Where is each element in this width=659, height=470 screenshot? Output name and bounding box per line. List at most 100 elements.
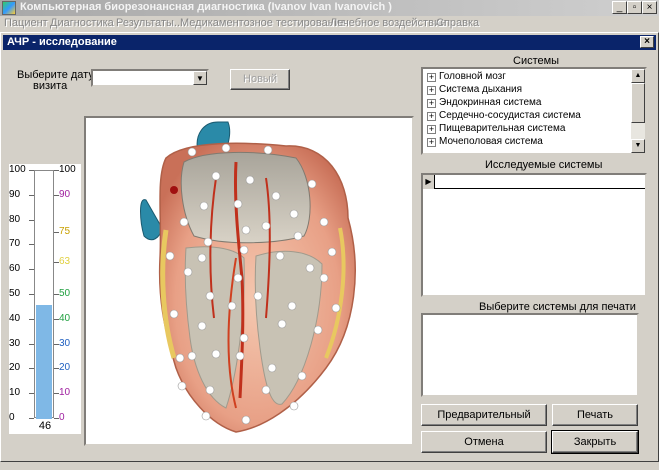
- tree-item-respiratory[interactable]: + Система дыхания: [423, 83, 631, 96]
- tree-item-brain[interactable]: + Головной мозг: [423, 70, 631, 83]
- app-title: Компьютерная биорезонансная диагностика …: [20, 1, 392, 13]
- tree-item-label: Сердечно-сосудистая система: [439, 110, 581, 121]
- gauge-left-tick-label: 60: [9, 263, 21, 275]
- expand-icon[interactable]: +: [427, 86, 436, 95]
- preview-button[interactable]: Предварительный просмотр: [421, 404, 547, 441]
- expand-icon[interactable]: +: [427, 112, 436, 121]
- print-button[interactable]: Печать: [552, 404, 638, 426]
- measurement-point: [267, 363, 277, 373]
- measurement-point: [313, 325, 323, 335]
- gauge-tick: [29, 194, 34, 196]
- gauge-tick: [29, 219, 34, 221]
- gauge-tick: [54, 418, 59, 419]
- menu-help[interactable]: Справка: [436, 17, 479, 29]
- measurement-point: [277, 319, 287, 329]
- gauge-tick: [54, 194, 59, 196]
- heart-image-panel[interactable]: [84, 116, 414, 446]
- scroll-down-icon[interactable]: ▼: [631, 139, 645, 153]
- gauge-left-tick-label: 20: [9, 362, 21, 374]
- gauge-tick: [29, 418, 34, 419]
- visit-date-select[interactable]: ▼: [91, 69, 209, 87]
- examined-systems-grid[interactable]: ▶: [421, 173, 647, 297]
- app-title-bar: Компьютерная биорезонансная диагностика …: [0, 0, 659, 16]
- gauge-left-tick-label: 90: [9, 188, 21, 200]
- gauge-tick: [29, 294, 34, 295]
- gauge-right-tick-label: 30: [59, 337, 71, 349]
- minimize-button[interactable]: _: [612, 1, 627, 14]
- measurement-point: [289, 401, 299, 411]
- measurement-point: [263, 145, 273, 155]
- print-systems-list[interactable]: [421, 313, 639, 397]
- expand-icon[interactable]: +: [427, 73, 436, 82]
- gauge-left-tick-label: 80: [9, 213, 21, 225]
- measurement-point: [183, 267, 193, 277]
- measurement-point: [275, 251, 285, 261]
- tree-item-digestive[interactable]: + Пищеварительная система: [423, 122, 631, 135]
- dialog-close-button[interactable]: ×: [640, 36, 654, 48]
- maximize-button[interactable]: ▫: [627, 1, 642, 14]
- gauge-tick: [54, 170, 59, 171]
- gauge-tick: [54, 318, 59, 320]
- tree-item-endocrine[interactable]: + Эндокринная система: [423, 96, 631, 109]
- tree-item-cardiovascular[interactable]: + Сердечно-сосудистая система: [423, 109, 631, 122]
- scroll-thumb[interactable]: [631, 83, 645, 123]
- measurement-point: [211, 349, 221, 359]
- gauge-right-tick-label: 100: [59, 164, 76, 175]
- measurement-point: [307, 179, 317, 189]
- scroll-up-icon[interactable]: ▲: [631, 69, 645, 83]
- tree-item-urogenital[interactable]: + Мочеполовая система: [423, 135, 631, 148]
- expand-icon[interactable]: +: [427, 138, 436, 147]
- measurement-point: [241, 415, 251, 425]
- close-app-button[interactable]: ×: [642, 1, 657, 14]
- row-pointer-icon: ▶: [423, 175, 435, 189]
- gauge-tick: [54, 261, 59, 263]
- menu-treatment[interactable]: Лечебное воздействие: [330, 17, 446, 29]
- gauge-right-tick-label: 50: [59, 288, 71, 299]
- print-title: Выберите системы для печати: [479, 301, 636, 313]
- new-button[interactable]: Новый: [230, 69, 290, 90]
- measurement-point: [327, 247, 337, 257]
- measurement-point: [233, 199, 243, 209]
- measurement-point: [221, 143, 231, 153]
- gauge-left-tick-label: 40: [9, 312, 21, 324]
- systems-scrollbar[interactable]: ▲ ▼: [631, 69, 645, 153]
- visit-label-2: визита: [33, 80, 68, 92]
- systems-tree[interactable]: + Головной мозг + Система дыхания + Эндокри…: [421, 67, 647, 155]
- expand-icon[interactable]: +: [427, 99, 436, 108]
- measurement-point: [197, 321, 207, 331]
- tree-item-label: Пищеварительная система: [439, 123, 566, 134]
- close-button[interactable]: Закрыть: [551, 430, 639, 454]
- measurement-point: [271, 191, 281, 201]
- menu-results[interactable]: Результаты...: [116, 17, 183, 29]
- tree-item-label: Головной мозг: [439, 71, 506, 82]
- menu-medication-testing[interactable]: Медикаментозное тестирование: [180, 17, 346, 29]
- chevron-down-icon[interactable]: ▼: [193, 71, 207, 85]
- gauge-left-tick-label: 30: [9, 337, 21, 349]
- menu-patient[interactable]: Пациент: [4, 17, 48, 29]
- measurement-point: [245, 175, 255, 185]
- measurement-point: [319, 273, 329, 283]
- measurement-point: [293, 231, 303, 241]
- grid-header-row: ▶: [423, 175, 645, 189]
- gauge-tick: [29, 318, 34, 320]
- measurement-point: [211, 171, 221, 181]
- measurement-point: [199, 201, 209, 211]
- measurement-point: [227, 301, 237, 311]
- gauge-right-tick-label: 90: [59, 188, 71, 200]
- measurement-point: [261, 385, 271, 395]
- gauge-tick: [54, 294, 59, 295]
- measurement-point: [233, 273, 243, 283]
- gauge-tick: [29, 393, 34, 395]
- gauge-fill: [36, 304, 52, 419]
- expand-icon[interactable]: +: [427, 125, 436, 134]
- level-gauge: 100 90 80 70 60 50 40 30 20 10 0 100 90 75 63 50 40 30 20…: [9, 164, 81, 434]
- measurement-point: [239, 333, 249, 343]
- gauge-tick: [29, 343, 34, 345]
- examined-title: Исследуемые системы: [485, 159, 603, 171]
- cancel-button[interactable]: Отмена: [421, 431, 547, 453]
- measurement-point: [179, 217, 189, 227]
- measurement-point: [177, 381, 187, 391]
- menu-diagnostics[interactable]: Диагностика: [50, 17, 114, 29]
- gauge-right-tick-label: 75: [59, 226, 71, 237]
- tree-item-label: Мочеполовая система: [439, 136, 543, 147]
